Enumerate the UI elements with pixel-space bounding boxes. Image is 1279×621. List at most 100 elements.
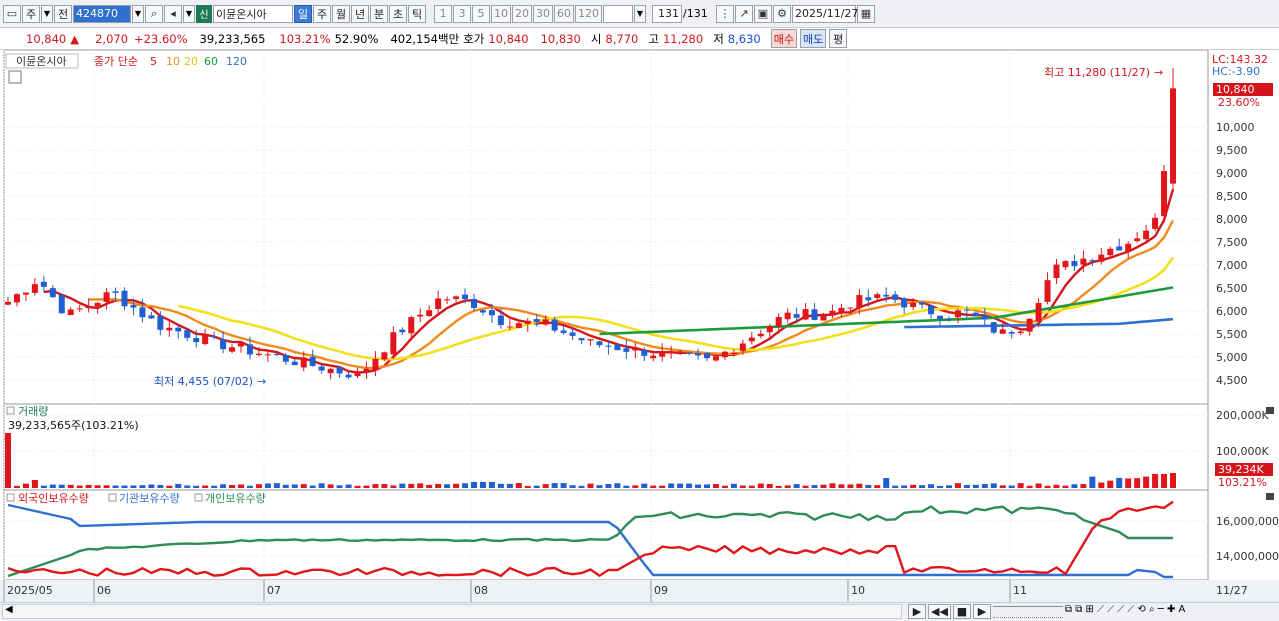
period-week-tab[interactable]: 주 [313,4,331,23]
volume-bar [1062,485,1069,488]
sell-button[interactable]: 매도 [799,29,827,48]
volume-bar [766,483,773,488]
interval-120[interactable]: 120 [575,4,602,23]
price-y-tick: 5,500 [1216,328,1248,341]
date-input[interactable]: 2025/11/27 [792,4,858,23]
volume-bar [103,485,110,488]
stock-chart[interactable]: 10,000 9,500 9,000 8,500 8,000 7,500 7,000 6,50… [0,49,1279,602]
candle-body [712,356,719,361]
candle-body [372,358,379,370]
stop-icon[interactable]: ■ [952,604,971,619]
candle-body [264,354,271,356]
candle-body [928,305,935,315]
speaker-dropdown-icon[interactable]: ▼ [183,4,195,23]
candle-body [829,310,836,316]
candle-body [471,298,477,308]
x-axis-label: 09 [654,584,668,597]
candle-body [13,294,20,303]
scroll-right-icon[interactable]: ▶ [908,604,926,619]
stock-code-input[interactable]: 424870 [73,4,131,23]
search-icon[interactable]: ⌕ [145,4,163,23]
interval-dropdown-icon[interactable]: ▼ [634,4,646,23]
zoom-slider[interactable] [992,606,1063,618]
period-second-tab[interactable]: 초 [389,4,407,23]
interval-3[interactable]: 3 [453,4,471,23]
speaker-icon[interactable]: ◂ [164,4,182,23]
volume-bar [937,485,943,488]
prev-button[interactable]: 전 [54,4,72,23]
candle-body [1080,258,1087,265]
count-input[interactable]: 131 [652,4,682,23]
holdings-panel-menu-icon[interactable] [1266,493,1274,500]
period-tick-tab[interactable]: 틱 [408,4,426,23]
ma-120-label: 120 [226,55,247,68]
price-stock-label: 이뮨온시아 [16,55,67,68]
volume-bar [264,483,271,488]
period-minute-tab[interactable]: 분 [370,4,388,23]
volume-bar [569,485,576,488]
candle-body [166,327,173,331]
candle-body [623,348,630,352]
interval-5[interactable]: 5 [472,4,490,23]
buy-button[interactable]: 매수 [770,29,797,48]
volume-bar [623,485,630,488]
candle-body [614,344,621,351]
toolbar: ▭ 주 ▼ 전 424870 ▼ ⌕ ◂ ▼ 신 이뮨온시아 일 주 월 년 분… [0,0,1279,28]
table-icon[interactable] [8,70,22,84]
volume-bar [426,484,433,488]
period-year-tab[interactable]: 년 [351,4,369,23]
ma-60-label: 60 [204,55,218,68]
volume-bar [972,484,979,488]
grid-icon[interactable]: ⋮ [716,4,734,23]
volume-bar [381,484,388,488]
calendar-icon[interactable]: ▦ [857,4,875,23]
candle-body [811,309,818,320]
candle-body [650,355,657,359]
interval-60[interactable]: 60 [554,4,574,23]
draw-icon[interactable]: ↗ [735,4,753,23]
candle-body [704,353,710,359]
code-dropdown-icon[interactable]: ▼ [132,4,144,23]
horizontal-scrollbar[interactable]: ◀ [2,604,902,619]
save-icon[interactable]: ▣ [754,4,772,23]
volume-bar [94,485,101,488]
window-icon[interactable]: ▭ [3,4,21,23]
volume-bar [220,484,227,488]
interval-10[interactable]: 10 [491,4,511,23]
volume-bar [1035,483,1042,488]
volume-bar [865,484,872,488]
gear-icon[interactable]: ⚙ [773,4,791,23]
interval-1[interactable]: 1 [434,4,452,23]
volume-bar [721,485,728,488]
price-change-pct: +23.60% [134,31,188,46]
scroll-left-icon[interactable]: ◀ [5,604,13,615]
last-volume-tag: 39,234K [1218,463,1264,476]
candle-body [506,326,513,328]
interval-30[interactable]: 30 [533,4,553,23]
candle-body [444,299,451,301]
chart-area[interactable]: 10,000 9,500 9,000 8,500 8,000 7,500 7,000 6,50… [0,49,1279,602]
interval-custom-input[interactable] [603,4,633,23]
volume-bar [757,483,764,488]
period-day-tab[interactable]: 일 [294,4,312,23]
period-month-tab[interactable]: 월 [332,4,350,23]
play-icon[interactable]: ▶ [972,604,991,619]
volume-bar [596,485,603,488]
candle-body [255,353,262,356]
eval-button[interactable]: 평 [829,29,848,48]
candle-body [1170,88,1176,184]
candle-body [318,366,325,371]
volume-panel-menu-icon[interactable] [1266,407,1274,414]
volume-bar [1053,484,1060,488]
candle-body [802,309,809,320]
volume-bar [327,484,334,488]
candle-body [85,305,92,309]
chart-tools-icon[interactable]: ⧉ ⧉ ⊞ ⟋ ⟋ ⟋ ⟋ ⟲ ⌕ ─ ✚ A [1065,604,1185,619]
volume-bar [784,485,791,488]
rewind-icon[interactable]: ◀◀ [928,604,951,619]
interval-20[interactable]: 20 [512,4,532,23]
market-select[interactable]: 주 [22,4,40,23]
volume-bar [166,485,173,488]
volume-bar [22,483,29,488]
market-dropdown-icon[interactable]: ▼ [41,4,53,23]
